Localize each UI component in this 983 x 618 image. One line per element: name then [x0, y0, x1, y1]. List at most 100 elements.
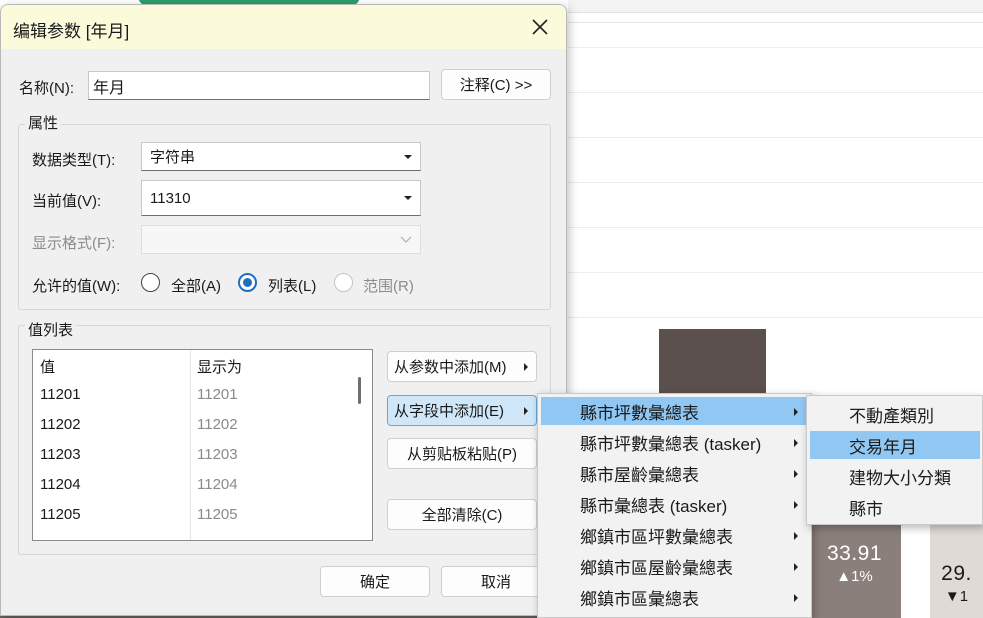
grid-line	[568, 47, 983, 48]
list-item-value: 11203	[40, 446, 81, 463]
list-item[interactable]: 11204 11204	[33, 476, 345, 506]
radio-all-label: 全部(A)	[171, 278, 221, 295]
kpi-tile: 29. ▼1	[930, 525, 983, 618]
grid-line	[568, 317, 983, 318]
list-item[interactable]: 11202 11202	[33, 416, 345, 446]
cancel-button[interactable]: 取消	[441, 566, 551, 597]
title-bar: 编辑参数 [年月]	[1, 5, 566, 49]
name-label: 名称(N):	[19, 80, 74, 97]
dialog-title: 编辑参数 [年月]	[13, 22, 130, 41]
field-submenu: 不動產類別 交易年月 建物大小分類 縣市	[806, 395, 983, 525]
menu-item-label: 縣市彙總表 (tasker)	[580, 496, 728, 516]
allowed-values-label: 允许的值(W):	[32, 278, 121, 295]
list-item[interactable]: 11201 11201	[33, 386, 345, 416]
menu-item-label: 不動產類別	[849, 406, 934, 426]
chevron-down-icon	[404, 196, 412, 200]
data-type-label: 数据类型(T):	[32, 152, 116, 169]
chevron-right-icon	[524, 362, 528, 371]
top-panel	[568, 0, 983, 13]
current-value-combo[interactable]: 11310	[141, 180, 421, 216]
chevron-right-icon	[794, 594, 798, 602]
chevron-down-icon	[400, 236, 412, 243]
grid-line	[568, 182, 983, 183]
add-from-field-label: 从字段中添加(E)	[394, 403, 504, 420]
display-format-label: 显示格式(F):	[32, 235, 116, 252]
data-type-select[interactable]: 字符串	[141, 142, 421, 171]
comment-button[interactable]: 注释(C) >>	[441, 69, 551, 100]
current-value: 11310	[150, 189, 191, 207]
data-source-menu: 縣市坪數彙總表 縣市坪數彙總表 (tasker) 縣市屋齡彙總表 縣市彙總表 (…	[537, 393, 812, 618]
menu-item-field[interactable]: 交易年月	[810, 431, 980, 459]
menu-item-label: 縣市屋齡彙總表	[580, 465, 699, 485]
menu-item-label: 縣市坪數彙總表 (tasker)	[580, 434, 762, 454]
menu-item-label: 縣市坪數彙總表	[580, 403, 699, 423]
properties-group-title: 属性	[25, 112, 62, 133]
value-list-group-title: 值列表	[25, 319, 77, 340]
list-item-value: 11202	[40, 416, 81, 433]
menu-item-datasource[interactable]: 縣市屋齡彙總表	[541, 459, 808, 487]
column-header-display[interactable]: 显示为	[197, 356, 242, 377]
grid-line	[568, 137, 983, 138]
chevron-right-icon	[794, 501, 798, 509]
radio-list-label: 列表(L)	[268, 278, 317, 295]
close-button[interactable]	[521, 11, 559, 43]
grid-line	[568, 92, 983, 93]
scrollbar-thumb[interactable]	[358, 377, 361, 404]
list-item-value: 11204	[40, 476, 81, 493]
menu-item-label: 鄉鎮市區坪數彙總表	[580, 527, 733, 547]
kpi-value: 33.91	[826, 542, 883, 565]
menu-item-label: 建物大小分類	[849, 468, 951, 488]
grid-line	[568, 272, 983, 273]
radio-range-label: 范围(R)	[363, 278, 414, 295]
menu-item-field[interactable]: 建物大小分類	[810, 462, 980, 490]
chevron-right-icon	[794, 470, 798, 478]
list-item[interactable]: 11203 11203	[33, 446, 345, 476]
kpi-change: ▼1	[944, 588, 969, 605]
radio-all[interactable]	[141, 273, 160, 292]
ok-button[interactable]: 确定	[320, 566, 430, 597]
chart-block	[659, 329, 766, 393]
list-item-display: 11201	[197, 386, 238, 403]
kpi-change: ▲1%	[836, 568, 873, 585]
add-from-parameter-button[interactable]: 从参数中添加(M)	[387, 351, 537, 382]
list-item-display: 11205	[197, 506, 238, 523]
close-icon	[532, 19, 548, 35]
kpi-value: 29.	[941, 562, 972, 585]
column-header-value[interactable]: 值	[40, 356, 55, 377]
menu-item-datasource[interactable]: 縣市彙總表 (tasker)	[541, 490, 808, 518]
radio-range	[334, 273, 353, 292]
menu-item-label: 鄉鎮市區屋齡彙總表	[580, 558, 733, 578]
menu-item-datasource[interactable]: 鄉鎮市區坪數彙總表	[541, 521, 808, 549]
menu-item-field[interactable]: 不動產類別	[810, 400, 980, 428]
add-from-parameter-label: 从参数中添加(M)	[394, 359, 507, 376]
edit-parameter-dialog: 编辑参数 [年月] 名称(N): 年月 注释(C) >> 属性 数据类型(T):…	[0, 4, 567, 616]
grid-line	[568, 227, 983, 228]
list-item-value: 11201	[40, 386, 81, 403]
menu-item-datasource[interactable]: 縣市坪數彙總表	[541, 397, 808, 425]
menu-item-label: 縣市	[849, 499, 883, 519]
value-list[interactable]: 值 显示为 11201 11201 11202 11202 11203 1120…	[32, 349, 373, 541]
chevron-right-icon	[524, 406, 528, 415]
list-scrollbar[interactable]	[345, 350, 372, 540]
menu-item-datasource[interactable]: 縣市坪數彙總表 (tasker)	[541, 428, 808, 456]
radio-list[interactable]	[238, 273, 257, 292]
display-format-select	[141, 225, 421, 254]
menu-item-datasource[interactable]: 鄉鎮市區彙總表	[541, 583, 808, 611]
kpi-tile: 33.91 ▲1%	[808, 525, 901, 618]
clear-all-button[interactable]: 全部清除(C)	[387, 499, 537, 530]
name-input[interactable]: 年月	[88, 71, 430, 100]
chevron-right-icon	[794, 532, 798, 540]
add-from-field-button[interactable]: 从字段中添加(E)	[387, 395, 537, 426]
list-item[interactable]: 11205 11205	[33, 506, 345, 536]
menu-item-datasource[interactable]: 鄉鎮市區屋齡彙總表	[541, 552, 808, 580]
paste-from-clipboard-button[interactable]: 从剪贴板粘贴(P)	[387, 438, 537, 469]
current-value-label: 当前值(V):	[32, 193, 102, 210]
list-item-value: 11205	[40, 506, 81, 523]
chevron-down-icon	[404, 154, 412, 159]
menu-item-label: 鄉鎮市區彙總表	[580, 589, 699, 609]
data-type-value: 字符串	[150, 149, 196, 166]
menu-item-field[interactable]: 縣市	[810, 493, 980, 521]
list-item-display: 11202	[197, 416, 238, 433]
list-item-display: 11203	[197, 446, 238, 463]
menu-item-label: 交易年月	[849, 437, 917, 457]
